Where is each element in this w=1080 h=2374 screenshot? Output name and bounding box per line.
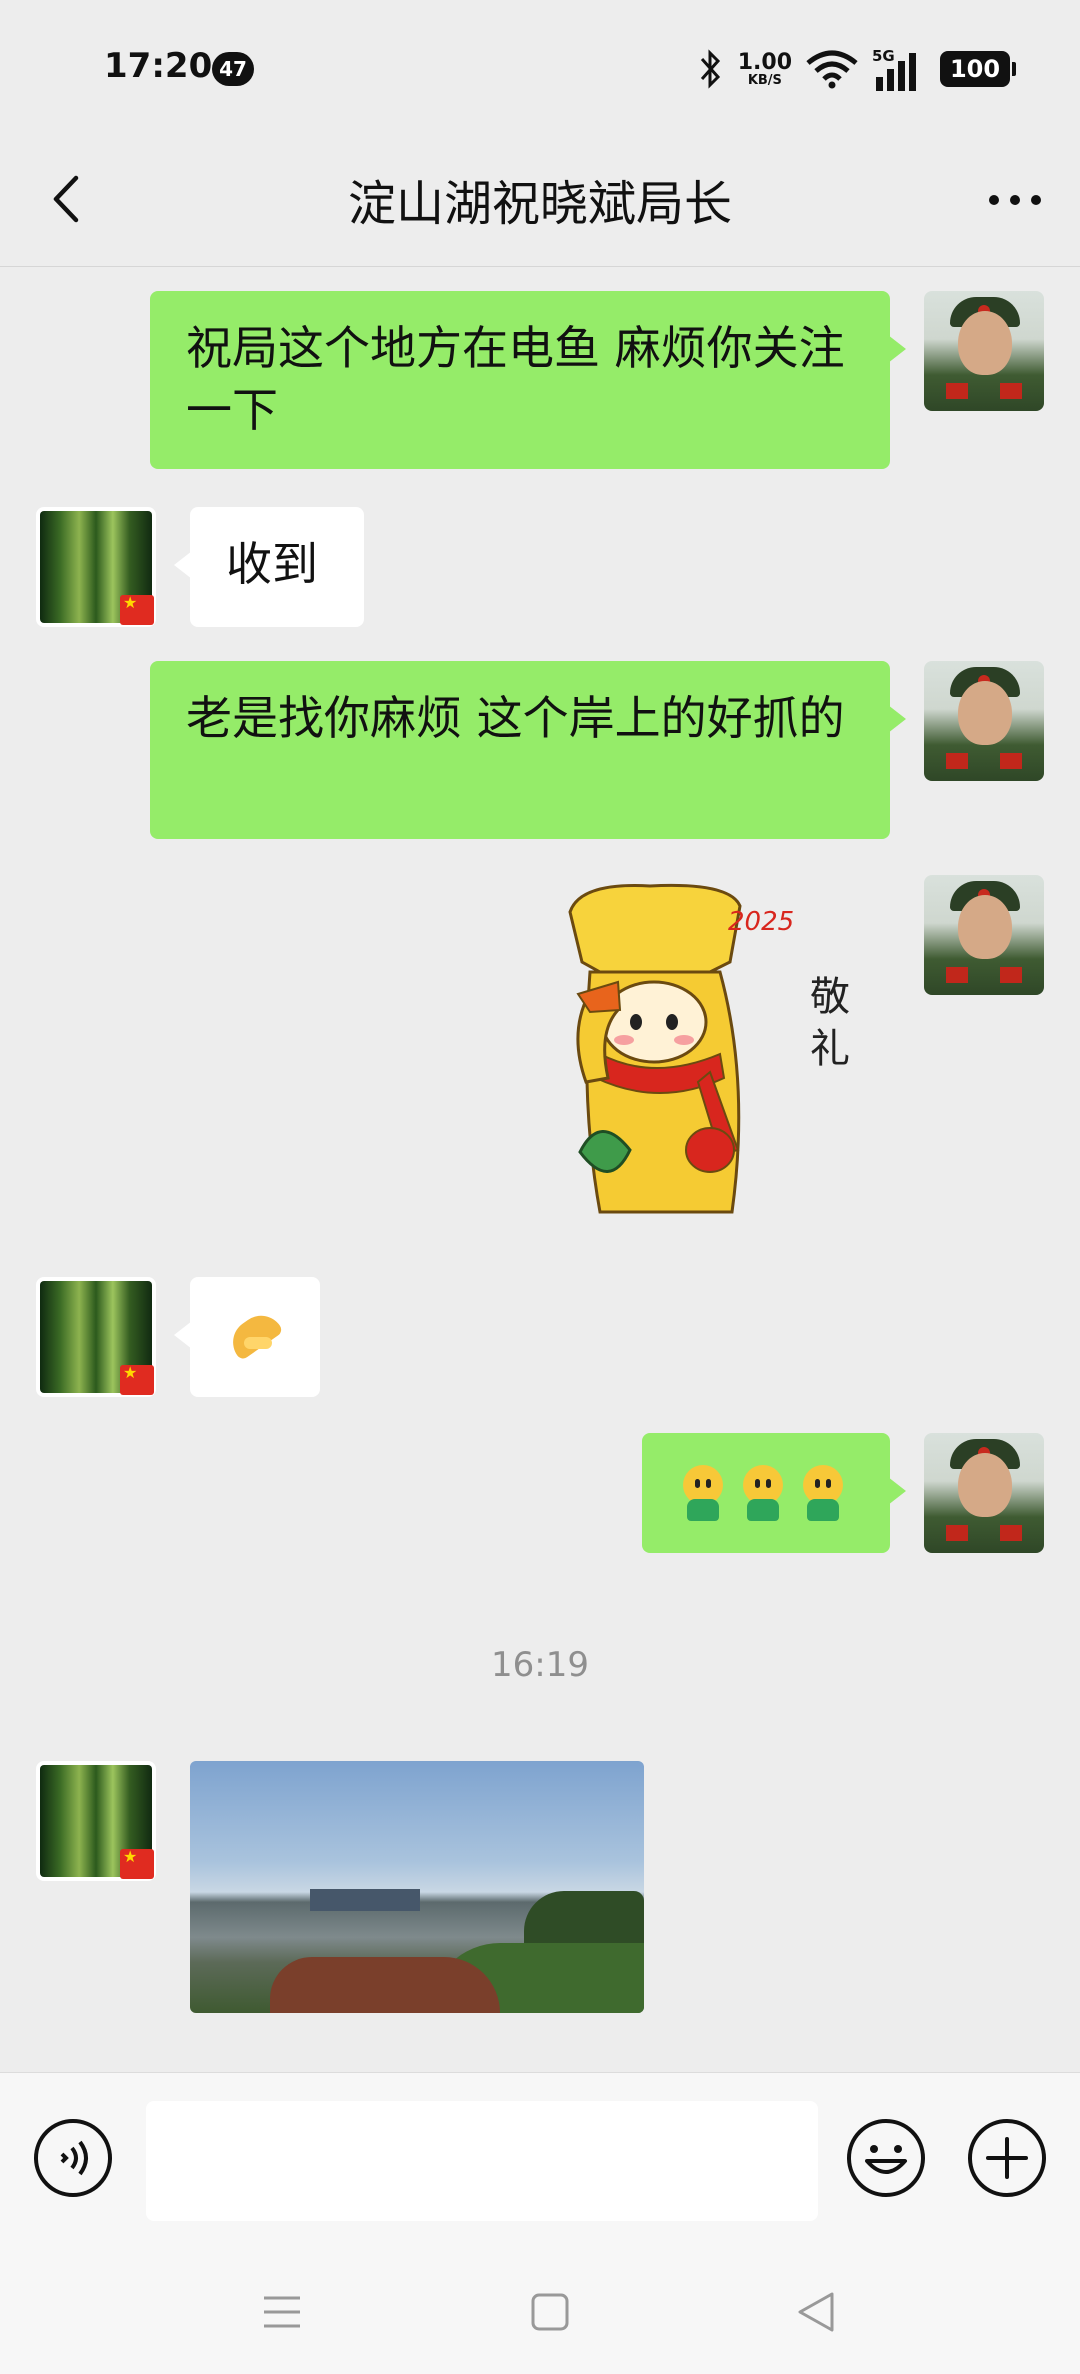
voice-input-icon[interactable] xyxy=(32,2117,114,2199)
contact-avatar[interactable] xyxy=(36,1761,156,1881)
message-bubble[interactable]: 收到 xyxy=(174,507,364,627)
lake-photo[interactable] xyxy=(190,1761,644,2013)
svg-text:礼: 礼 xyxy=(810,1026,850,1072)
salute-sticker[interactable]: 2025 敬 礼 xyxy=(560,882,880,1222)
message-bubble[interactable]: 祝局这个地方在电鱼 麻烦你关注一下 xyxy=(150,291,906,469)
emoji-icon[interactable] xyxy=(845,2117,927,2199)
chat-title: 淀山湖祝晓斌局长 xyxy=(347,176,732,232)
contact-avatar[interactable] xyxy=(36,507,156,627)
self-avatar[interactable] xyxy=(924,661,1044,781)
notification-badge: 47 xyxy=(212,52,254,86)
back-nav-icon[interactable] xyxy=(796,2290,836,2334)
china-flag-icon xyxy=(120,1363,154,1395)
message-text: 收到 xyxy=(226,537,318,591)
message-text: 老是找你麻烦 这个岸上的好抓的 xyxy=(186,691,845,745)
home-icon[interactable] xyxy=(530,2292,570,2332)
self-avatar[interactable] xyxy=(924,875,1044,995)
wifi-icon xyxy=(806,50,858,89)
chat-header: 淀山湖祝晓斌局长 xyxy=(0,130,1080,267)
smiley-emoji xyxy=(678,1465,728,1521)
bluetooth-icon xyxy=(700,49,720,89)
message-timestamp: 16:19 xyxy=(491,1645,589,1685)
signal-icon: 5G xyxy=(872,47,926,91)
network-speed: 1.00 KB/S xyxy=(737,49,792,88)
contact-avatar[interactable] xyxy=(36,1277,156,1397)
self-avatar[interactable] xyxy=(924,291,1044,411)
status-time: 17:20 xyxy=(104,46,213,86)
folded-hands-emoji xyxy=(224,1306,284,1362)
message-bubble[interactable] xyxy=(174,1277,320,1397)
svg-text:敬: 敬 xyxy=(810,974,850,1020)
status-bar: 17:20 47 1.00 KB/S 5G 100 xyxy=(0,0,1080,130)
message-text: 祝局这个地方在电鱼 麻烦你关注一下 xyxy=(186,321,845,437)
menu-icon[interactable] xyxy=(262,2294,302,2330)
smiley-emoji xyxy=(738,1465,788,1521)
china-flag-icon xyxy=(120,1847,154,1879)
input-bar xyxy=(0,2072,1080,2249)
smiley-emoji xyxy=(798,1465,848,1521)
message-list[interactable]: 祝局这个地方在电鱼 麻烦你关注一下 收到 老是找你麻烦 这个岸上的好抓的 xyxy=(0,267,1080,2072)
china-flag-icon xyxy=(120,593,154,625)
net-speed-value: 1.00 xyxy=(737,49,792,75)
more-icon[interactable] xyxy=(980,170,1050,230)
add-more-icon[interactable] xyxy=(966,2117,1048,2199)
net-speed-unit: KB/S xyxy=(747,72,782,88)
message-bubble[interactable] xyxy=(642,1433,906,1553)
system-nav-bar xyxy=(0,2248,1080,2374)
self-avatar[interactable] xyxy=(924,1433,1044,1553)
message-input[interactable] xyxy=(146,2101,818,2221)
battery-icon: 100 xyxy=(940,51,1016,87)
battery-level: 100 xyxy=(949,55,1001,83)
status-icons: 1.00 KB/S 5G 100 xyxy=(696,44,1016,94)
sticker-year: 2025 xyxy=(728,907,794,937)
message-bubble[interactable]: 老是找你麻烦 这个岸上的好抓的 xyxy=(150,661,906,839)
